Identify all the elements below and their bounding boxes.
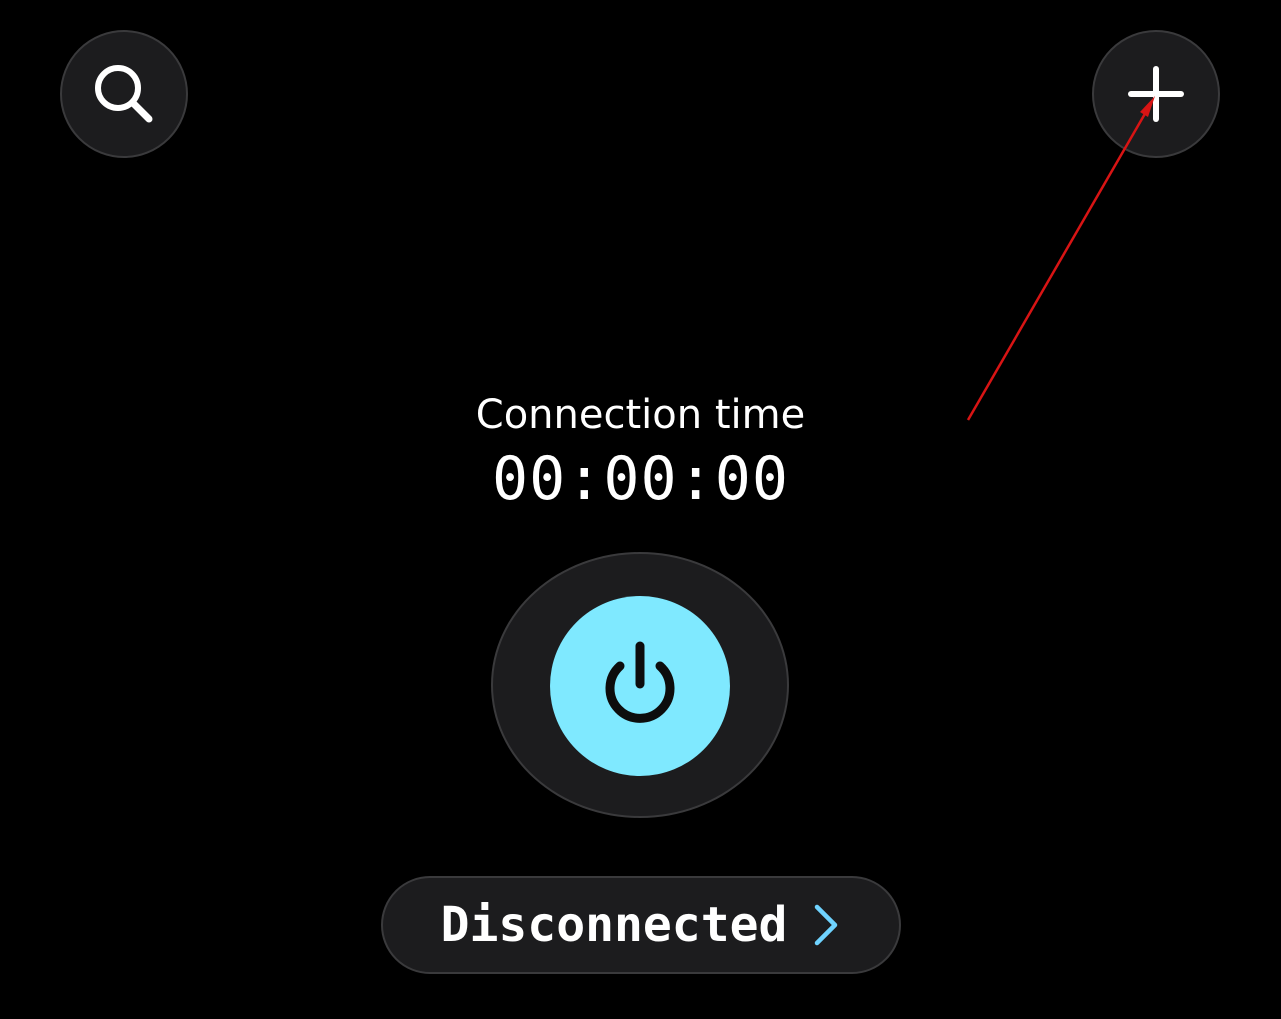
- connection-time-label: Connection time: [475, 392, 806, 438]
- search-button[interactable]: [60, 30, 188, 158]
- power-button[interactable]: [550, 596, 730, 776]
- annotation-arrow: [966, 104, 1152, 421]
- search-icon: [95, 65, 153, 123]
- plus-icon: [1128, 66, 1184, 122]
- power-icon: [605, 641, 675, 723]
- connection-status-label: Disconnected: [440, 897, 788, 953]
- connection-timer: 00:00:00: [492, 444, 789, 514]
- add-button[interactable]: [1092, 30, 1220, 158]
- connection-status-button[interactable]: Disconnected: [381, 876, 901, 974]
- chevron-right-icon: [815, 904, 838, 946]
